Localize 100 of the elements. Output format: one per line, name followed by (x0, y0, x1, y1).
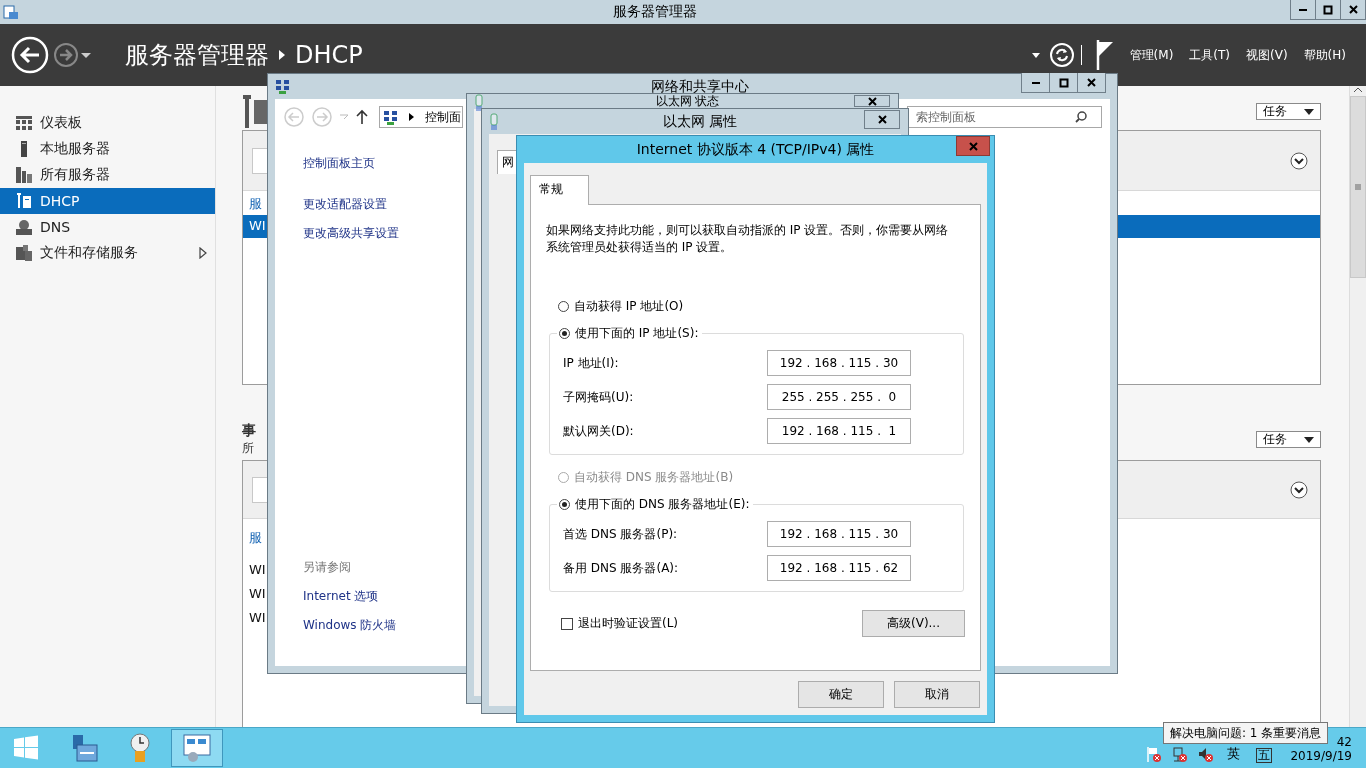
close-button[interactable] (854, 95, 890, 107)
window-title: 以太网 状态 (655, 94, 720, 108)
expand-icon[interactable] (1290, 151, 1308, 170)
clock-date[interactable]: 2019/9/19 (1290, 749, 1352, 763)
menu-item[interactable]: 工具(T) (1189, 46, 1231, 64)
refresh-icon[interactable] (1048, 42, 1075, 68)
link[interactable]: 更改适配器设置 (303, 196, 387, 213)
nav-item[interactable]: DHCP (0, 188, 215, 214)
section-title: 另请参阅 (303, 559, 351, 576)
link[interactable]: Internet 选项 (303, 588, 379, 605)
breadcrumb-item[interactable]: 服务器管理器 (125, 39, 269, 71)
caret-icon[interactable] (1030, 51, 1041, 59)
checkbox-label[interactable]: 退出时验证设置(L) (578, 615, 679, 632)
language-indicator[interactable]: 英 (1227, 745, 1241, 763)
folder-server-icon (16, 245, 32, 261)
nav-item[interactable]: 文件和存储服务 (0, 240, 215, 266)
field-label: 默认网关(D): (563, 422, 634, 440)
tab[interactable]: 网 (497, 150, 519, 174)
windows-icon (12, 734, 40, 762)
link[interactable]: Windows 防火墙 (303, 617, 397, 634)
servers-icon (16, 167, 32, 183)
caret-icon[interactable] (79, 50, 93, 60)
network-settings-icon (181, 732, 213, 764)
close-icon (1086, 77, 1097, 88)
checkbox[interactable] (561, 617, 573, 630)
scrollbar[interactable] (1349, 86, 1366, 727)
close-icon (1347, 4, 1359, 15)
search-field[interactable]: 索控制面板 (907, 106, 1102, 128)
cancel-button[interactable]: 取消 (894, 681, 980, 708)
nav-item[interactable]: 本地服务器 (0, 136, 215, 162)
nav-item[interactable]: 仪表板 (0, 110, 215, 136)
close-icon (967, 140, 979, 152)
speaker-icon[interactable] (1197, 746, 1216, 763)
nav-item[interactable]: DNS (0, 214, 215, 240)
network-icon (383, 109, 398, 125)
flag-icon[interactable] (1095, 40, 1114, 70)
adapter-icon (489, 112, 499, 131)
tab[interactable]: 常规 (530, 175, 589, 205)
app-icon (3, 4, 19, 20)
minimize-icon (1299, 8, 1307, 11)
dialog-title: Internet 协议版本 4 (TCP/IPv4) 属性 (636, 140, 875, 159)
minimize-button[interactable] (1021, 73, 1050, 93)
minimize-button[interactable] (1290, 0, 1316, 20)
field-label: 备用 DNS 服务器(A): (563, 559, 679, 577)
maximize-icon (1058, 77, 1069, 88)
radio-label[interactable]: 使用下面的 DNS 服务器地址(E): (575, 496, 750, 513)
table-cell[interactable]: WI (249, 610, 266, 625)
ok-button[interactable]: 确定 (798, 681, 884, 708)
filter-field[interactable] (252, 147, 268, 174)
radio-label: 自动获得 DNS 服务器地址(B) (574, 469, 734, 486)
close-button[interactable] (1340, 0, 1366, 20)
radio-label[interactable]: 自动获得 IP 地址(O) (574, 298, 684, 315)
menu-item[interactable]: 管理(M) (1129, 46, 1174, 64)
caret-icon (1304, 436, 1314, 443)
menu-item[interactable]: 视图(V) (1246, 46, 1288, 64)
input-method-indicator[interactable]: 五 (1256, 748, 1273, 763)
ip-address-field[interactable]: 192 . 168 . 115 . 30 (767, 521, 911, 547)
radio-button[interactable] (558, 301, 569, 312)
close-button[interactable] (1077, 73, 1106, 93)
maximize-button[interactable] (1049, 73, 1078, 93)
forward-icon[interactable] (53, 42, 79, 68)
chevron-icon (409, 113, 414, 121)
link[interactable]: 控制面板主页 (303, 155, 375, 172)
scroll-thumb[interactable] (1350, 96, 1366, 278)
breadcrumb-item[interactable]: DHCP (295, 41, 363, 69)
ip-address-field[interactable]: 192 . 168 . 115 . 30 (767, 350, 911, 376)
wrench-server-icon (242, 94, 268, 128)
radio-button[interactable] (559, 328, 570, 339)
address-bar[interactable]: 控制面 (379, 106, 463, 128)
tasks-dropdown[interactable]: 任务 (1256, 103, 1321, 120)
table-cell[interactable]: WI (249, 562, 266, 577)
column-header[interactable]: 服 (249, 195, 262, 213)
link[interactable]: 更改高级共享设置 (303, 225, 399, 242)
menu-item[interactable]: 帮助(H) (1303, 46, 1346, 64)
nav-item[interactable]: 所有服务器 (0, 162, 215, 188)
radio-label[interactable]: 使用下面的 IP 地址(S): (575, 325, 699, 342)
expand-icon[interactable] (199, 247, 207, 259)
expand-icon[interactable] (1290, 480, 1308, 499)
radio-button[interactable] (559, 499, 570, 510)
ip-address-field[interactable]: 255 . 255 . 255 . 0 (767, 384, 911, 410)
column-header[interactable]: 服 (249, 529, 262, 547)
window-title: 网络和共享中心 (651, 77, 749, 95)
field-label: 首选 DNS 服务器(P): (563, 525, 678, 543)
ip-address-field[interactable]: 192 . 168 . 115 . 62 (767, 555, 911, 581)
ip-address-field[interactable]: 192 . 168 . 115 . 1 (767, 418, 911, 444)
close-button[interactable] (864, 110, 900, 129)
adapter-icon (474, 94, 484, 112)
taskbar-button[interactable] (171, 729, 223, 767)
search-icon (1075, 111, 1087, 123)
close-icon (876, 114, 888, 125)
advanced-button[interactable]: 高级(V)... (862, 610, 965, 637)
tasks-dropdown[interactable]: 任务 (1256, 431, 1321, 448)
network-icon[interactable] (1171, 746, 1190, 763)
table-cell[interactable]: WI (249, 218, 266, 233)
filter-field[interactable] (252, 476, 268, 503)
caret-icon (1304, 108, 1314, 115)
clock-time[interactable]: 42 (1336, 735, 1352, 749)
up-arrow-icon[interactable] (355, 109, 369, 125)
table-cell[interactable]: WI (249, 586, 266, 601)
close-icon (866, 95, 878, 107)
